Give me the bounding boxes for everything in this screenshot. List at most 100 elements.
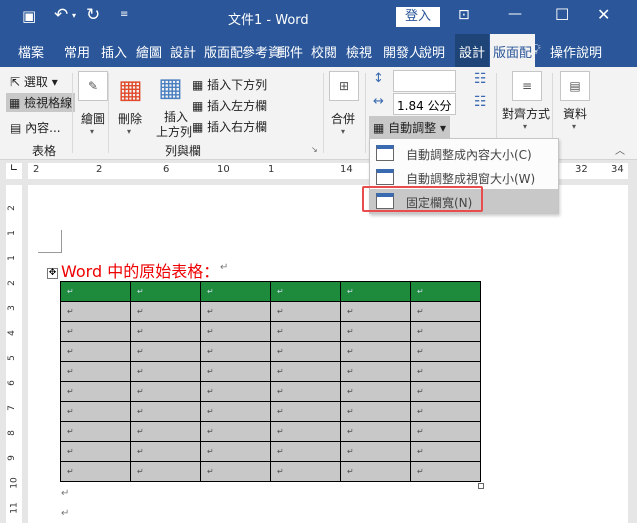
tab-2[interactable]: 插入: [101, 42, 127, 61]
table-cell[interactable]: ↵: [410, 341, 481, 362]
column-width-input[interactable]: 1.84 公分: [393, 93, 456, 115]
tab-1[interactable]: 常用: [64, 42, 90, 61]
signin-button[interactable]: 登入: [396, 7, 440, 27]
draw-button[interactable]: 繪圖: [81, 110, 105, 127]
properties-button[interactable]: ▤ 內容...: [10, 119, 61, 136]
table-cell[interactable]: ↵: [410, 441, 481, 462]
table-cell[interactable]: ↵: [410, 361, 481, 382]
table-cell[interactable]: ↵: [200, 401, 271, 422]
table-cell[interactable]: ↵: [270, 381, 341, 402]
row-height-input[interactable]: [393, 70, 456, 92]
maximize-icon[interactable]: ☐: [555, 5, 569, 24]
table-cell[interactable]: ↵: [410, 281, 481, 302]
table-cell[interactable]: ↵: [270, 341, 341, 362]
table-cell[interactable]: ↵: [340, 301, 411, 322]
table-cell[interactable]: ↵: [200, 441, 271, 462]
tab-4[interactable]: 設計: [170, 42, 196, 61]
table-cell[interactable]: ↵: [410, 461, 481, 482]
redo-icon[interactable]: ↻: [86, 5, 100, 25]
table-cell[interactable]: ↵: [340, 401, 411, 422]
table-cell[interactable]: ↵: [340, 321, 411, 342]
autofit-button[interactable]: ▦ 自動調整 ▾: [369, 116, 451, 139]
tab-6[interactable]: 參考資: [242, 42, 281, 61]
table-cell[interactable]: ↵: [60, 461, 131, 482]
table-cell[interactable]: ↵: [130, 401, 201, 422]
tell-me-search[interactable]: 操作說明: [550, 42, 602, 61]
tab-10[interactable]: 開發人: [383, 42, 422, 61]
tab-8[interactable]: 校閱: [311, 42, 337, 61]
insert-above-label-2[interactable]: 上方列: [156, 123, 192, 140]
table-cell[interactable]: ↵: [270, 401, 341, 422]
table-cell[interactable]: ↵: [130, 361, 201, 382]
table-cell[interactable]: ↵: [340, 341, 411, 362]
delete-button[interactable]: 刪除: [118, 110, 142, 127]
save-icon[interactable]: ▣: [22, 7, 36, 25]
tab-9[interactable]: 檢視: [346, 42, 372, 61]
ribbon-display-icon[interactable]: ⊡: [458, 7, 470, 23]
table-cell[interactable]: ↵: [130, 381, 201, 402]
close-icon[interactable]: ✕: [597, 5, 610, 24]
insert-right-button[interactable]: ▦ 插入右方欄: [192, 118, 267, 135]
tab-3[interactable]: 繪圖: [136, 42, 162, 61]
tab-11[interactable]: 說明: [419, 42, 445, 61]
table-cell[interactable]: ↵: [270, 281, 341, 302]
table-cell[interactable]: ↵: [200, 461, 271, 482]
table-cell[interactable]: ↵: [410, 321, 481, 342]
table-cell[interactable]: ↵: [60, 441, 131, 462]
tab-7[interactable]: 郵件: [277, 42, 303, 61]
distribute-rows-icon[interactable]: ☷: [474, 71, 487, 87]
tab-selector-icon[interactable]: ∟: [6, 163, 22, 179]
tab-5[interactable]: 版面配: [204, 42, 243, 61]
view-gridlines-button[interactable]: ▦ 檢視格線: [6, 93, 76, 112]
table-resize-handle[interactable]: [478, 483, 484, 489]
table-cell[interactable]: ↵: [130, 341, 201, 362]
table-cell[interactable]: ↵: [200, 321, 271, 342]
table-cell[interactable]: ↵: [60, 321, 131, 342]
table-cell[interactable]: ↵: [340, 441, 411, 462]
table-cell[interactable]: ↵: [200, 341, 271, 362]
table-cell[interactable]: ↵: [340, 381, 411, 402]
table-cell[interactable]: ↵: [340, 361, 411, 382]
table-cell[interactable]: ↵: [410, 421, 481, 442]
table-cell[interactable]: ↵: [60, 281, 131, 302]
table-cell[interactable]: ↵: [60, 301, 131, 322]
merge-icon[interactable]: ⊞: [329, 71, 359, 101]
table-cell[interactable]: ↵: [60, 401, 131, 422]
minimize-icon[interactable]: —: [508, 6, 522, 22]
table-cell[interactable]: ↵: [60, 361, 131, 382]
undo-icon[interactable]: ↶: [54, 5, 68, 25]
table-cell[interactable]: ↵: [60, 341, 131, 362]
table-move-handle-icon[interactable]: ✥: [47, 268, 58, 279]
table-cell[interactable]: ↵: [340, 461, 411, 482]
table-cell[interactable]: ↵: [340, 281, 411, 302]
table-cell[interactable]: ↵: [200, 361, 271, 382]
table-cell[interactable]: ↵: [270, 421, 341, 442]
vertical-ruler[interactable]: 2 1 1 2 3 4 5 6 7 8 9 10 11: [6, 185, 22, 523]
customize-toolbar-icon[interactable]: ≡: [120, 9, 128, 20]
table-cell[interactable]: ↵: [130, 301, 201, 322]
document-table[interactable]: ↵ ↵ ↵ ↵ ↵ ↵ ↵ ↵ ↵ ↵ ↵ ↵ ↵ ↵ ↵ ↵ ↵ ↵ ↵ ↵ ↵ ↵ ↵ ↵ ↵ ↵ ↵ ↵ ↵ ↵ ↵ ↵ ↵ ↵ ↵ ↵ ↵ ↵ ↵ ↵…: [60, 281, 481, 482]
alignment-icon[interactable]: ≡: [512, 71, 542, 101]
table-cell[interactable]: ↵: [200, 301, 271, 322]
insert-below-button[interactable]: ▦ 插入下方列: [192, 76, 267, 93]
table-cell[interactable]: ↵: [60, 381, 131, 402]
tab-0[interactable]: 檔案: [18, 42, 44, 61]
data-icon[interactable]: ▤: [560, 71, 590, 101]
insert-above-icon[interactable]: ▦: [158, 73, 183, 103]
tab-12[interactable]: 設計: [455, 34, 490, 67]
draw-table-icon[interactable]: ✎: [78, 71, 108, 101]
table-cell[interactable]: ↵: [130, 281, 201, 302]
table-cell[interactable]: ↵: [60, 421, 131, 442]
table-cell[interactable]: ↵: [130, 441, 201, 462]
table-cell[interactable]: ↵: [410, 301, 481, 322]
document-heading[interactable]: Word 中的原始表格：: [61, 258, 219, 282]
table-cell[interactable]: ↵: [130, 421, 201, 442]
table-cell[interactable]: ↵: [270, 361, 341, 382]
table-cell[interactable]: ↵: [410, 401, 481, 422]
table-cell[interactable]: ↵: [130, 321, 201, 342]
tab-13[interactable]: 版面配: [490, 34, 536, 67]
table-cell[interactable]: ↵: [340, 421, 411, 442]
select-button[interactable]: ⇱ 選取 ▾: [10, 73, 58, 90]
table-cell[interactable]: ↵: [200, 421, 271, 442]
alignment-button[interactable]: 對齊方式: [502, 105, 550, 122]
